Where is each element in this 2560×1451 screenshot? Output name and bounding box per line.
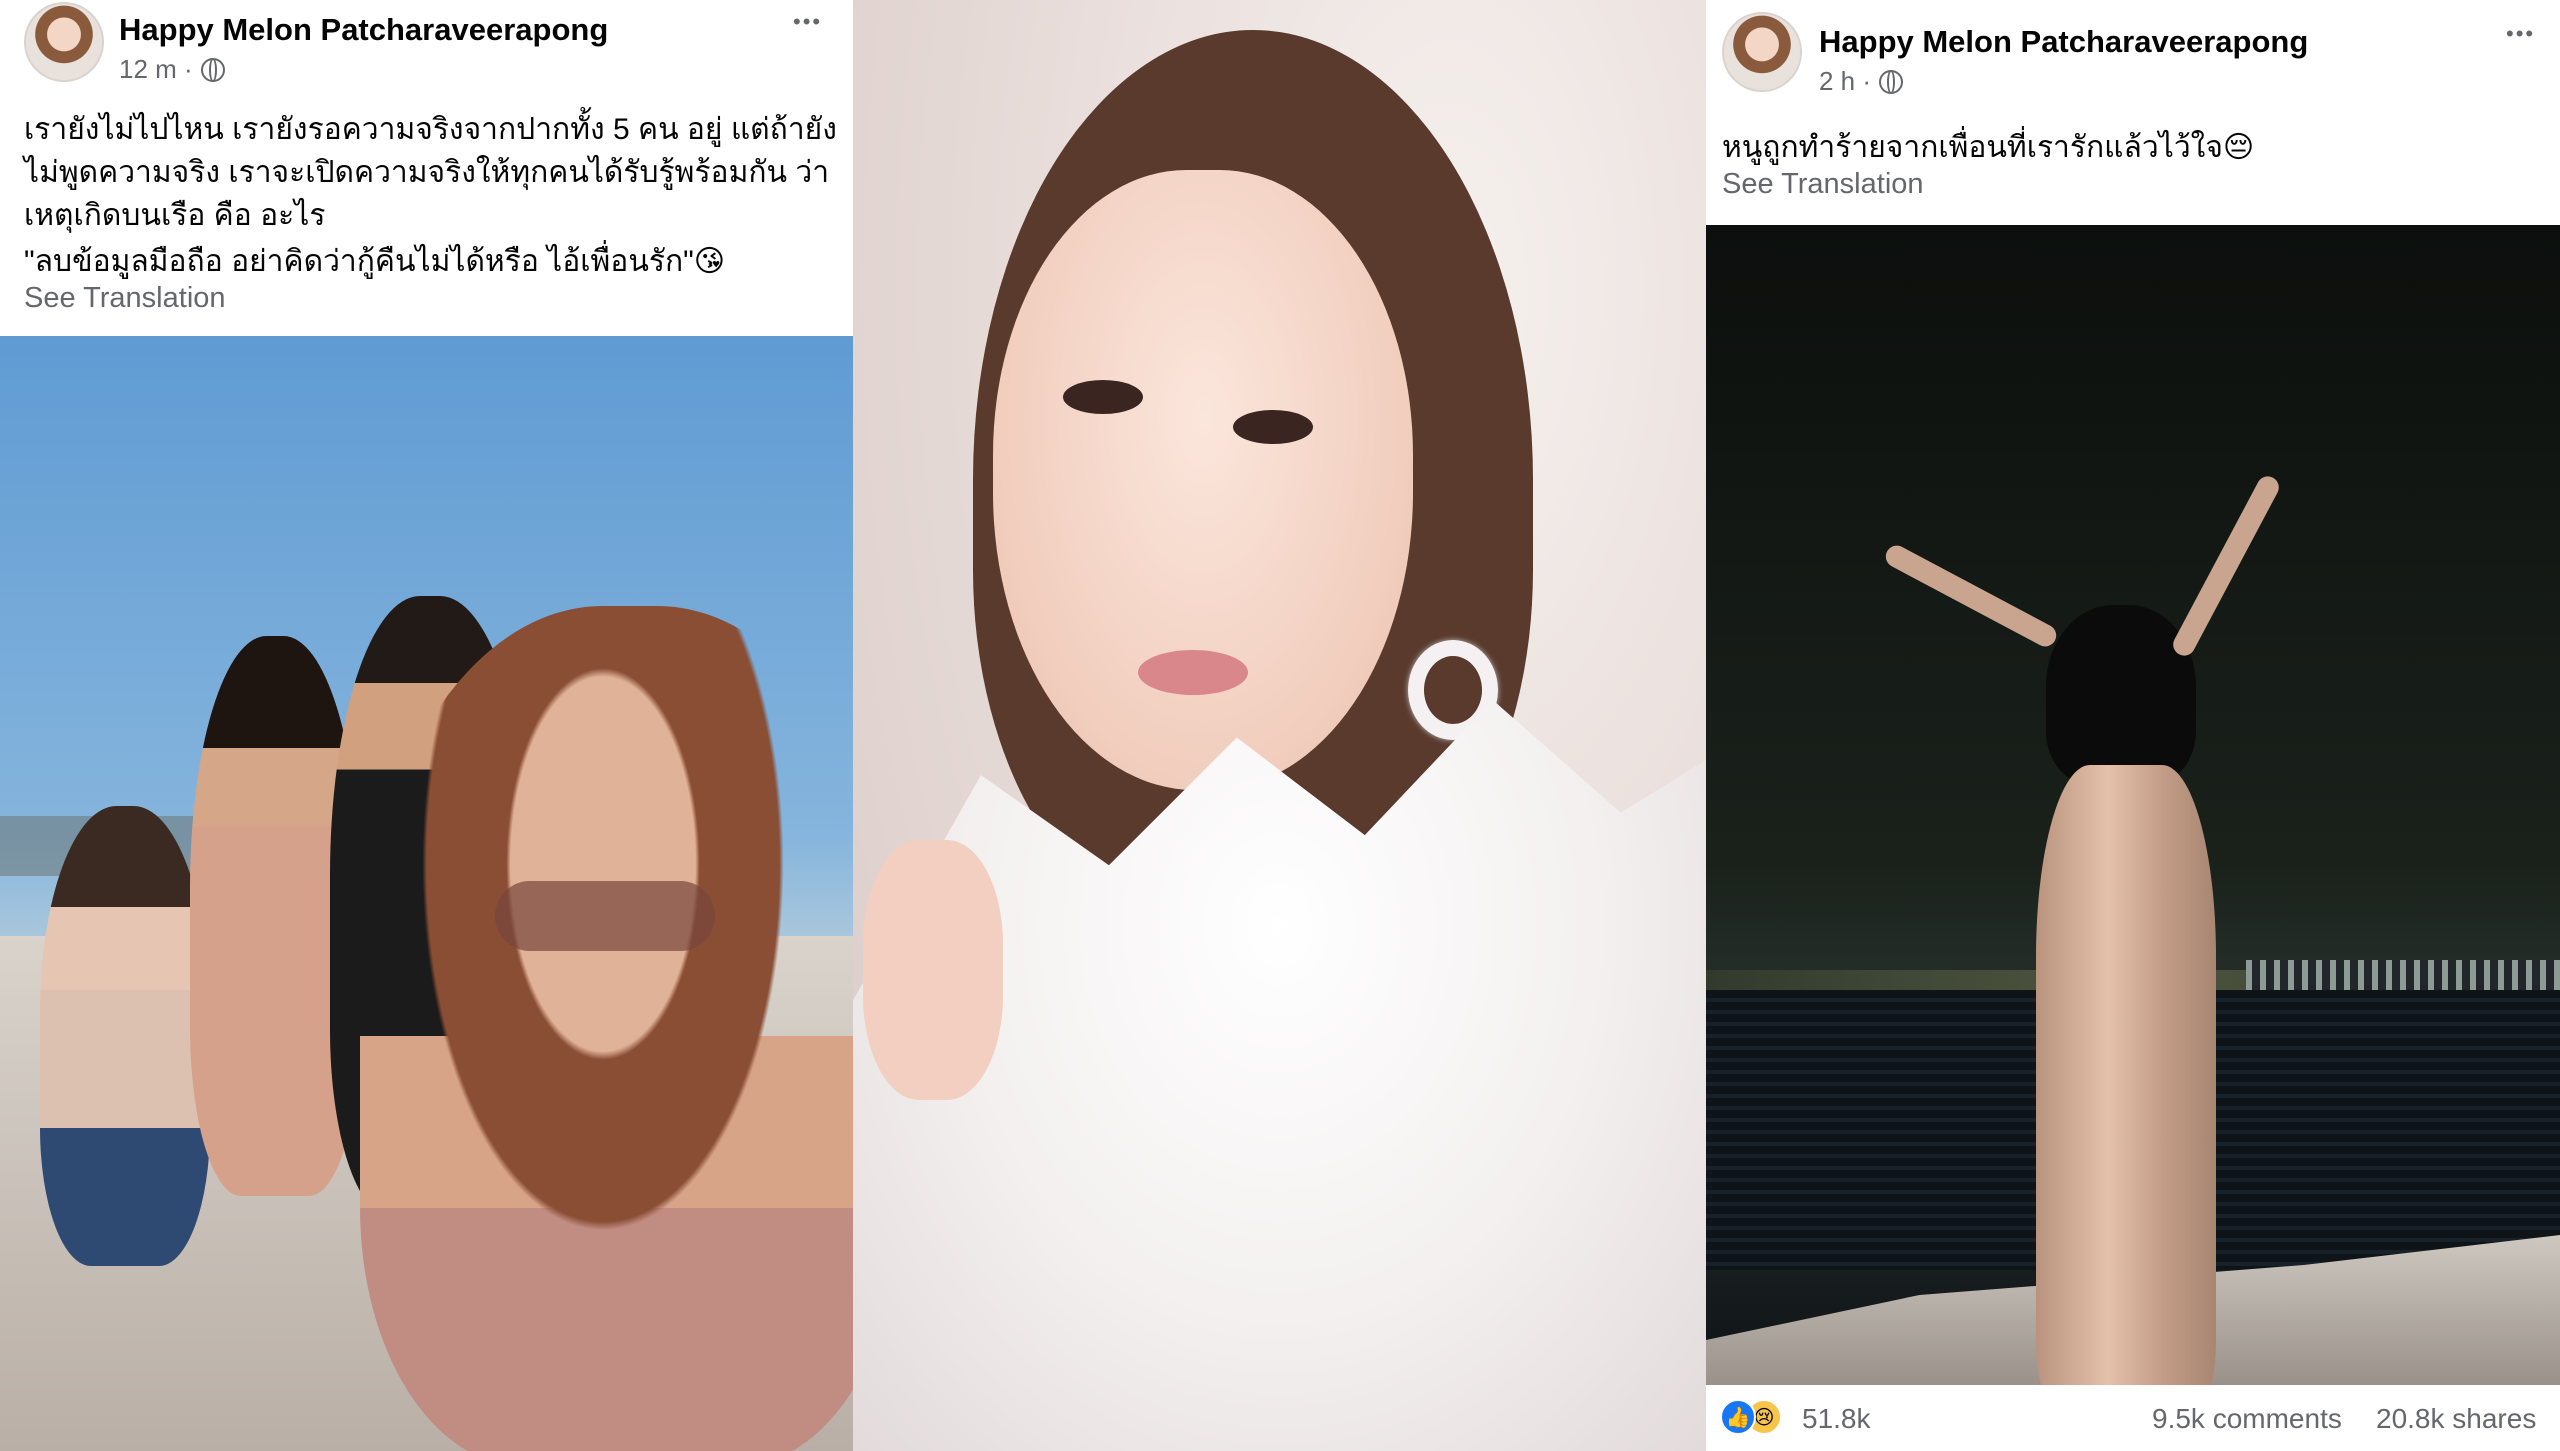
post-text-line: เรายังไม่ไปไหน เรายังรอความจริงจากปากทั้… [24,113,837,146]
globe-icon [200,57,225,82]
see-translation-link[interactable]: See Translation [1722,168,1924,201]
left-post-panel: Happy Melon Patcharaveerapong 12 m · •••… [0,0,853,1451]
timestamp-text: 12 m · [119,54,193,84]
more-options-icon[interactable]: ••• [793,11,822,33]
more-options-icon[interactable]: ••• [2506,23,2535,45]
right-post-panel: Happy Melon Patcharaveerapong 2 h · ••• … [1706,0,2560,1451]
post-text-line: ไม่พูดความจริง เราจะเปิดความจริงให้ทุกคน… [24,156,830,189]
night-boat-photo[interactable] [1706,225,2560,1385]
reaction-bar: 👍 😢 51.8k 9.5k comments 20.8k shares [1706,1385,2560,1451]
timestamp-text: 2 h · [1819,66,1872,96]
group-selfie-photo[interactable] [0,336,853,1451]
see-translation-link[interactable]: See Translation [24,282,226,315]
person-figure [40,806,210,1266]
person-figure [360,606,853,1451]
person-figure [2046,605,2196,785]
author-avatar[interactable] [24,2,104,82]
author-avatar[interactable] [1722,12,1802,92]
post-text-line: "ลบข้อมูลมือถือ อย่าคิดว่ากู้คืนไม่ได้หร… [24,245,726,278]
reaction-count[interactable]: 51.8k [1802,1403,1871,1435]
author-name[interactable]: Happy Melon Patcharaveerapong [1819,24,2308,60]
post-timestamp[interactable]: 2 h · [1819,66,1904,97]
share-count[interactable]: 20.8k shares [2376,1403,2536,1435]
portrait-photo[interactable] [853,0,1706,1451]
post-text-line: หนูถูกทำร้ายจากเพื่อนที่เรารักแล้วไว้ใจ😔 [1722,131,2255,164]
author-name[interactable]: Happy Melon Patcharaveerapong [119,12,608,48]
post-text-line: เหตุเกิดบนเรือ คือ อะไร [24,199,326,232]
like-reaction-icon[interactable]: 👍 [1720,1399,1756,1435]
globe-icon [1879,69,1904,94]
post-timestamp[interactable]: 12 m · [119,54,225,85]
portrait-panel [853,0,1706,1451]
comment-count[interactable]: 9.5k comments [2152,1403,2342,1435]
